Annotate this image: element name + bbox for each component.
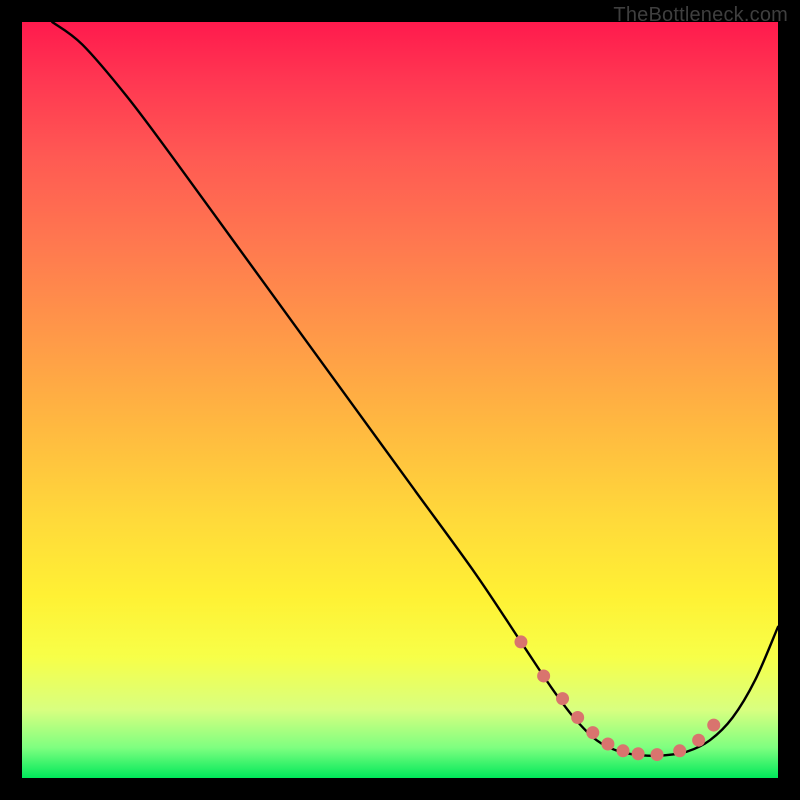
trough-dot bbox=[707, 719, 720, 732]
trough-dot bbox=[692, 734, 705, 747]
trough-dots bbox=[514, 635, 720, 761]
chart-plot-area bbox=[22, 22, 778, 778]
chart-svg bbox=[22, 22, 778, 778]
trough-dot bbox=[651, 748, 664, 761]
watermark-text: TheBottleneck.com bbox=[613, 4, 788, 27]
trough-dot bbox=[601, 737, 614, 750]
trough-dot bbox=[673, 744, 686, 757]
trough-dot bbox=[617, 744, 630, 757]
bottleneck-curve bbox=[52, 22, 778, 756]
trough-dot bbox=[514, 635, 527, 648]
trough-dot bbox=[556, 692, 569, 705]
trough-dot bbox=[537, 669, 550, 682]
trough-dot bbox=[586, 726, 599, 739]
trough-dot bbox=[632, 747, 645, 760]
trough-dot bbox=[571, 711, 584, 724]
